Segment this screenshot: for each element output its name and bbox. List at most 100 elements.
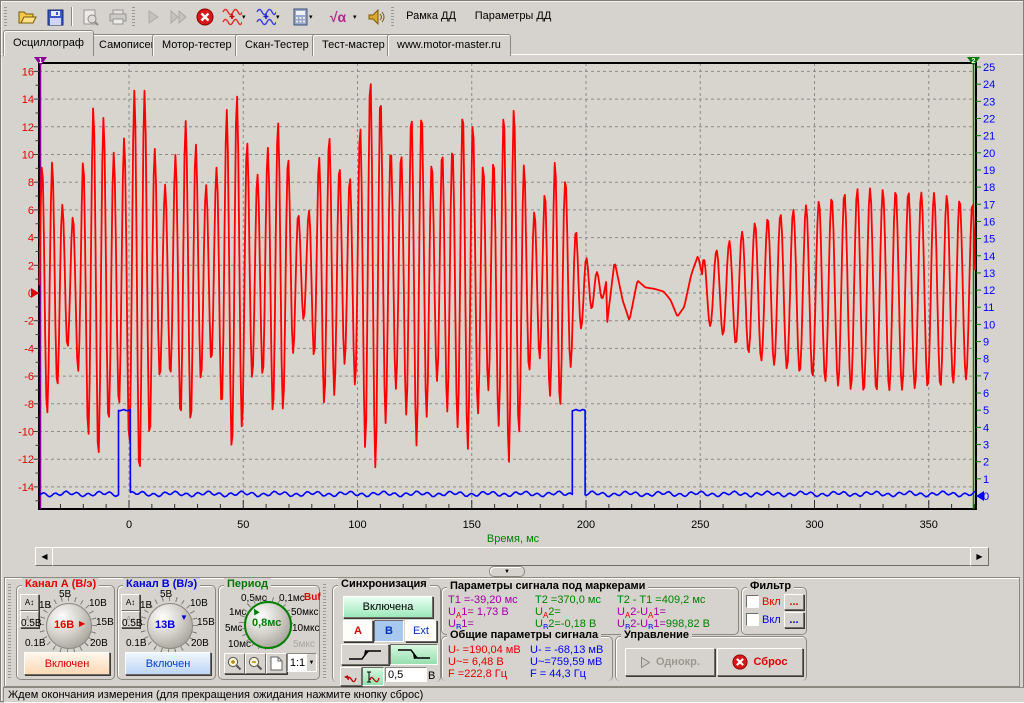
print-button[interactable] xyxy=(105,4,131,30)
speaker-icon xyxy=(368,9,385,25)
filter-a-more-button[interactable]: ... xyxy=(784,594,804,610)
channel-a-coupling-button[interactable]: А↕ xyxy=(20,594,39,611)
channel-b-power-button[interactable]: Включен xyxy=(125,652,211,675)
tab-oscillograph[interactable]: Осциллограф xyxy=(3,30,94,56)
scroll-right-button[interactable]: ▶ xyxy=(970,547,989,566)
toolbar-gripper[interactable] xyxy=(132,7,135,26)
left-axis-label: 14 xyxy=(22,94,34,106)
panel-gripper[interactable] xyxy=(323,582,326,678)
right-axis-label: 24 xyxy=(983,79,995,91)
period-group: Период 0,5мс 0,1мс Buf 1мс 50мкс 5мс 10м… xyxy=(218,585,320,680)
sync-source-b-button[interactable]: В xyxy=(374,620,404,642)
knob-label: 0.1В xyxy=(126,639,147,649)
zoom-in-icon xyxy=(227,656,242,671)
panel-gripper[interactable] xyxy=(8,582,11,678)
marker-param-value: T1 =-39,20 мс xyxy=(448,594,535,606)
zoom-ratio-select[interactable]: 1:1 ▼ xyxy=(287,653,317,672)
calculator-icon xyxy=(293,8,308,26)
scrollbar-thumb[interactable] xyxy=(52,547,972,566)
channel-a-power-button[interactable]: Включен xyxy=(24,652,110,675)
control-panel: Канал А (В/э) А↕ А↕ 16В ▶ 5В 10В 15В 20В… xyxy=(4,577,1020,687)
right-axis-label: 8 xyxy=(983,354,989,366)
left-axis-label: -12 xyxy=(18,454,34,466)
right-axis-label: 23 xyxy=(983,96,995,108)
right-axis-label: 15 xyxy=(983,234,995,246)
knob-label: 10В xyxy=(190,599,208,609)
reset-button[interactable]: Сброс xyxy=(717,648,803,676)
sync-mode-auto-button[interactable] xyxy=(340,667,362,686)
reset-icon xyxy=(732,654,748,670)
filter-b-more-button[interactable]: ... xyxy=(784,612,804,628)
math-button[interactable]: √α xyxy=(321,4,355,30)
sound-button[interactable] xyxy=(363,4,389,30)
sync-falling-edge-button[interactable] xyxy=(390,644,438,665)
sync-level-input[interactable] xyxy=(385,667,427,682)
tab-motor-tester[interactable]: Мотор-тестер xyxy=(152,34,242,56)
right-axis-label: 19 xyxy=(983,165,995,177)
filter-b-checkbox[interactable] xyxy=(746,613,759,626)
marker-param-value: UА2-UА1= xyxy=(617,606,666,618)
start-button[interactable] xyxy=(140,4,166,30)
knob-label: 5В xyxy=(59,590,71,600)
falling-edge-icon xyxy=(396,648,432,661)
knob-label: 10В xyxy=(89,599,107,609)
knob-label: 0.5В xyxy=(122,619,143,629)
print-preview-button[interactable] xyxy=(77,4,103,30)
params-dd-button[interactable]: Параметры ДД xyxy=(467,5,559,27)
left-axis-label: 12 xyxy=(22,122,34,134)
channel-a-group: Канал А (В/э) А↕ А↕ 16В ▶ 5В 10В 15В 20В… xyxy=(16,585,115,680)
fast-forward-button[interactable] xyxy=(166,4,192,30)
toolbar-gripper[interactable] xyxy=(4,7,7,26)
status-bar: Ждем окончания измерения (для прекращени… xyxy=(3,687,1024,703)
sync-source-a-button[interactable]: А xyxy=(343,620,373,642)
right-axis-label: 9 xyxy=(983,337,989,349)
open-file-button[interactable] xyxy=(14,4,40,30)
save-floppy-icon xyxy=(47,9,64,26)
save-button[interactable] xyxy=(42,4,68,30)
stop-button[interactable] xyxy=(192,4,218,30)
arrow-left-icon: ◀ xyxy=(41,552,47,561)
oscilloscope-plot[interactable]: 1614121086420-2-4-6-8-10-12-142524232221… xyxy=(1,57,1001,545)
tab-test-master[interactable]: Тест-мастер xyxy=(312,34,395,56)
general-param-value: U~=759,59 мВ xyxy=(530,656,603,668)
sync-source-ext-button[interactable]: Ext xyxy=(405,620,437,642)
knob-label: 5В xyxy=(160,590,172,600)
chevron-down-icon[interactable]: ▼ xyxy=(307,654,316,671)
filter-a-checkbox[interactable] xyxy=(746,595,759,608)
sync-rising-edge-button[interactable] xyxy=(341,644,389,665)
left-axis-label: -14 xyxy=(18,482,34,494)
zoom-out-button[interactable] xyxy=(245,653,266,674)
toolbar-gripper[interactable] xyxy=(391,7,394,26)
single-shot-button[interactable]: Однокр. xyxy=(625,648,715,676)
horizontal-scrollbar[interactable]: ◀ ▶ xyxy=(35,547,989,564)
frame-dd-button[interactable]: Рамка ДД xyxy=(400,5,462,27)
filter-group: Фильтр Вкл ... Вкл ... xyxy=(741,587,807,635)
general-param-value: F = 44,3 Гц xyxy=(530,668,603,680)
stop-icon xyxy=(196,8,214,26)
sync-enabled-button[interactable]: Включена xyxy=(343,596,433,618)
table-row: UА1= 1,73 ВUА2=UА2-UА1= xyxy=(448,606,736,618)
panel-collapse-button[interactable] xyxy=(489,566,525,577)
x-axis-label: 0 xyxy=(126,519,132,531)
open-folder-icon xyxy=(18,9,37,25)
right-axis-label: 10 xyxy=(983,319,995,331)
new-page-button[interactable] xyxy=(266,653,287,674)
channel-b-coupling-button[interactable]: А↕ xyxy=(121,594,140,611)
x-axis-label: 200 xyxy=(577,519,595,531)
chevron-down-icon[interactable] xyxy=(309,13,317,21)
blue-wave-icon xyxy=(256,8,276,26)
tab-website[interactable]: www.motor-master.ru xyxy=(387,34,511,56)
x-axis-label: 50 xyxy=(237,519,249,531)
tab-scan-tester[interactable]: Скан-Тестер xyxy=(235,34,319,56)
sync-title: Синхронизация xyxy=(338,578,430,591)
sync-mode-level-button[interactable] xyxy=(362,667,384,686)
marker-param-value: T2 - T1 =409,2 мс xyxy=(617,594,705,606)
general-param-value: F =222,8 Гц xyxy=(448,668,521,680)
chevron-down-icon[interactable] xyxy=(242,13,250,21)
chevron-down-icon[interactable] xyxy=(353,13,361,21)
print-preview-icon xyxy=(82,9,99,26)
right-axis-label: 3 xyxy=(983,440,989,452)
zoom-in-button[interactable] xyxy=(224,653,245,674)
general-params-group: Общие параметры сигнала U- =190,04 мВU~=… xyxy=(441,636,613,681)
chevron-down-icon[interactable] xyxy=(276,13,284,21)
